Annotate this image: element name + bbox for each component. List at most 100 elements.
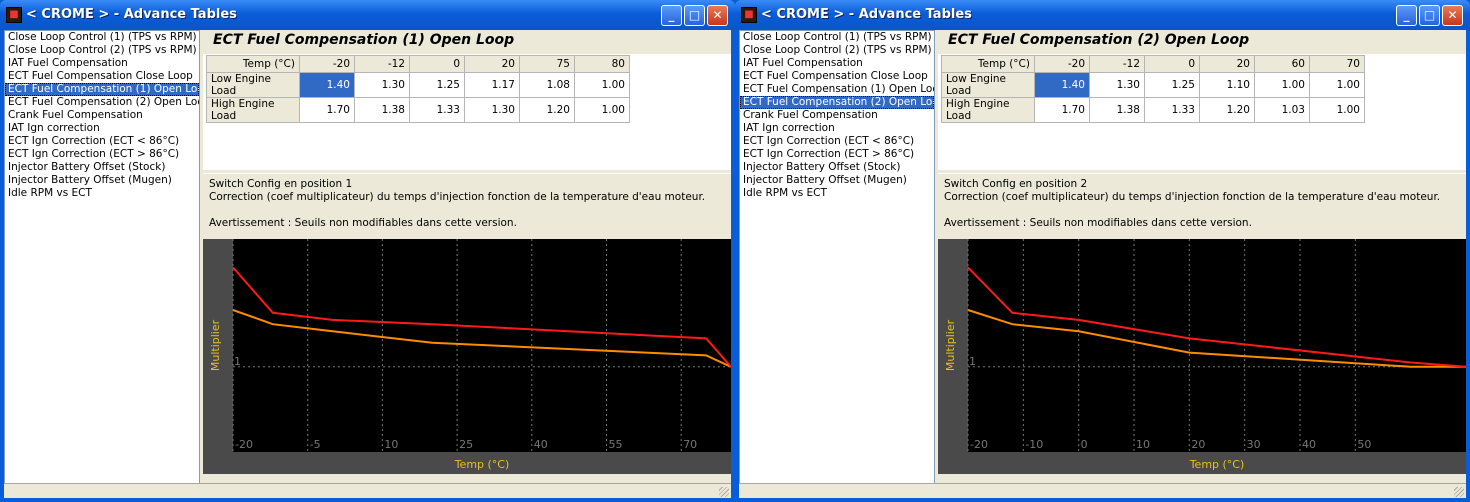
column-header: 80 [574,55,630,73]
list-item-ect-ign-high[interactable]: ECT Ign Correction (ECT > 86°C) [5,148,199,161]
list-item-ect-open-loop-2[interactable]: ECT Fuel Compensation (2) Open Loop [5,96,199,109]
table-cell[interactable]: 1.30 [464,97,520,123]
title-bar[interactable]: ■ < CROME > - Advance Tables _ □ ✕ [735,0,1470,30]
minimize-button[interactable]: _ [661,5,682,26]
table-cell[interactable]: 1.00 [1309,72,1365,98]
table-cell[interactable]: 1.25 [409,72,465,98]
table-cell[interactable]: 1.25 [1144,72,1200,98]
table-cell[interactable]: 1.17 [464,72,520,98]
table-cell[interactable]: 1.70 [299,97,355,123]
list-item-close-loop-2[interactable]: Close Loop Control (2) (TPS vs RPM) [740,44,934,57]
chart-area: -20 -10 0 10 20 30 40 50 1 Temp (°C) Multiplier [938,239,1467,474]
list-item-iat-fuel[interactable]: IAT Fuel Compensation [740,57,934,70]
list-item-iat-ign[interactable]: IAT Ign correction [740,122,934,135]
list-item-ect-ign-high[interactable]: ECT Ign Correction (ECT > 86°C) [740,148,934,161]
table-cell[interactable]: 1.40 [1034,72,1090,98]
window-client: Close Loop Control (1) (TPS vs RPM) Clos… [4,30,732,498]
table-cell[interactable]: 1.00 [1254,72,1310,98]
table-cell[interactable]: 1.30 [354,72,410,98]
status-bar [739,483,1466,498]
app-icon: ■ [741,7,757,23]
window-client: Close Loop Control (1) (TPS vs RPM) Clos… [739,30,1467,498]
list-item-iat-fuel[interactable]: IAT Fuel Compensation [5,57,199,70]
list-item-injector-stock[interactable]: Injector Battery Offset (Stock) [5,161,199,174]
column-header: -12 [1089,55,1145,73]
x-tick-label: -20 [970,438,988,451]
table-cell[interactable]: 1.70 [1034,97,1090,123]
list-item-crank-fuel[interactable]: Crank Fuel Compensation [740,109,934,122]
multiplier-chart: -20 -5 10 25 40 55 70 1 Temp (°C) Multiplier [203,239,732,474]
table-cell[interactable]: 1.20 [1199,97,1255,123]
column-header: -12 [354,55,410,73]
x-tick-label: 10 [384,438,398,451]
table-list[interactable]: Close Loop Control (1) (TPS vs RPM) Clos… [4,30,200,484]
list-item-injector-mugen[interactable]: Injector Battery Offset (Mugen) [740,174,934,187]
table-cell[interactable]: 1.08 [519,72,575,98]
close-button[interactable]: ✕ [1442,5,1463,26]
x-tick-label: 40 [1302,438,1316,451]
compensation-table: Temp (°C) -20 -12 0 20 75 80 Low Engine … [206,55,630,123]
x-tick-label: 70 [683,438,697,451]
list-item-ect-ign-low[interactable]: ECT Ign Correction (ECT < 86°C) [5,135,199,148]
table-cell[interactable]: 1.38 [1089,97,1145,123]
chart-area: -20 -5 10 25 40 55 70 1 Temp (°C) Multiplier [203,239,732,474]
x-tick-label: 10 [1136,438,1150,451]
title-bar[interactable]: ■ < CROME > - Advance Tables _ □ ✕ [0,0,735,30]
list-item-ect-ign-low[interactable]: ECT Ign Correction (ECT < 86°C) [740,135,934,148]
temp-header-label: Temp (°C) [206,55,300,73]
minimize-button[interactable]: _ [1396,5,1417,26]
window-title: < CROME > - Advance Tables [26,7,237,22]
info-switch-config: Switch Config en position 2 [944,178,1088,190]
y-axis-label: Multiplier [209,319,222,371]
list-item-ect-close-loop[interactable]: ECT Fuel Compensation Close Loop [740,70,934,83]
compensation-table: Temp (°C) -20 -12 0 20 60 70 Low Engine … [941,55,1365,123]
table-cell[interactable]: 1.20 [519,97,575,123]
list-item-ect-open-loop-1[interactable]: ECT Fuel Compensation (1) Open Loop [740,83,934,96]
x-tick-label: 25 [459,438,473,451]
maximize-button[interactable]: □ [684,5,705,26]
maximize-button[interactable]: □ [1419,5,1440,26]
panel-title: ECT Fuel Compensation (1) Open Loop [213,32,515,48]
info-description: Correction (coef multiplicateur) du temp… [944,191,1441,203]
table-cell[interactable]: 1.38 [354,97,410,123]
x-axis-label: Temp (°C) [1189,458,1245,471]
list-item-ect-close-loop[interactable]: ECT Fuel Compensation Close Loop [5,70,199,83]
table-cell[interactable]: 1.00 [574,97,630,123]
table-cell[interactable]: 1.30 [1089,72,1145,98]
list-item-ect-open-loop-2[interactable]: ECT Fuel Compensation (2) Open Loop [740,96,934,109]
table-cell[interactable]: 1.33 [1144,97,1200,123]
info-panel: Switch Config en position 1 Correction (… [203,173,731,236]
table-cell[interactable]: 1.33 [409,97,465,123]
x-tick-label: -20 [235,438,253,451]
temp-header-label: Temp (°C) [941,55,1035,73]
table-area: Temp (°C) -20 -12 0 20 60 70 Low Engine … [938,54,1466,170]
list-item-crank-fuel[interactable]: Crank Fuel Compensation [5,109,199,122]
table-list[interactable]: Close Loop Control (1) (TPS vs RPM) Clos… [739,30,935,484]
app-icon: ■ [6,7,22,23]
column-header: 0 [409,55,465,73]
list-item-close-loop-2[interactable]: Close Loop Control (2) (TPS vs RPM) [5,44,199,57]
list-item-idle-rpm[interactable]: Idle RPM vs ECT [5,187,199,200]
list-item-close-loop-1[interactable]: Close Loop Control (1) (TPS vs RPM) [5,31,199,44]
x-tick-label: 30 [1247,438,1261,451]
table-cell[interactable]: 1.00 [1309,97,1365,123]
list-item-ect-open-loop-1[interactable]: ECT Fuel Compensation (1) Open Loop [5,83,199,96]
table-cell[interactable]: 1.40 [299,72,355,98]
list-item-close-loop-1[interactable]: Close Loop Control (1) (TPS vs RPM) [740,31,934,44]
list-item-iat-ign[interactable]: IAT Ign correction [5,122,199,135]
x-tick-label: 0 [1081,438,1088,451]
row-label-low-load: Low Engine Load [206,72,300,98]
advance-tables-window-1: ■ < CROME > - Advance Tables _ □ ✕ Close… [0,0,735,502]
table-cell[interactable]: 1.03 [1254,97,1310,123]
resize-grip[interactable] [1454,487,1464,497]
table-cell[interactable]: 1.00 [574,72,630,98]
row-label-low-load: Low Engine Load [941,72,1035,98]
list-item-injector-stock[interactable]: Injector Battery Offset (Stock) [740,161,934,174]
table-cell[interactable]: 1.10 [1199,72,1255,98]
list-item-idle-rpm[interactable]: Idle RPM vs ECT [740,187,934,200]
y-tick-label: 1 [969,355,976,368]
list-item-injector-mugen[interactable]: Injector Battery Offset (Mugen) [5,174,199,187]
close-button[interactable]: ✕ [707,5,728,26]
detail-panel: ECT Fuel Compensation (2) Open Loop Temp… [938,30,1467,484]
resize-grip[interactable] [719,487,729,497]
